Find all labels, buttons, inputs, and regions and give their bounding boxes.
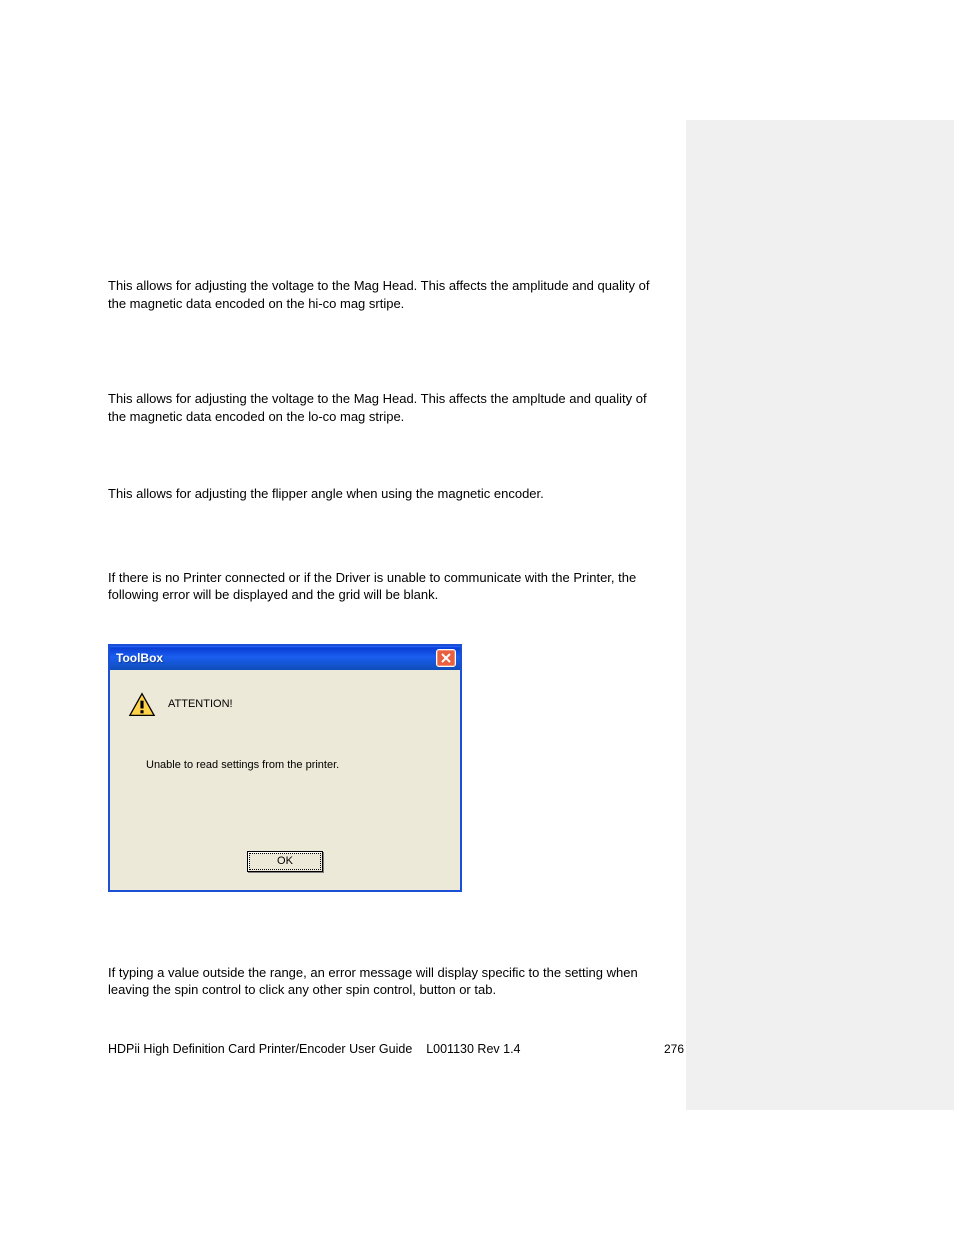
close-icon	[440, 652, 452, 664]
page-content: This allows for adjusting the voltage to…	[108, 277, 668, 1015]
paragraph-flipper: This allows for adjusting the flipper an…	[108, 485, 668, 503]
footer-doc-title: HDPii High Definition Card Printer/Encod…	[108, 1042, 412, 1056]
dialog-message: Unable to read settings from the printer…	[146, 758, 442, 773]
right-margin-strip	[686, 120, 954, 1110]
toolbox-dialog: ToolBox ATTENTION! Unable to read settin…	[108, 644, 462, 892]
paragraph-hi-co: This allows for adjusting the voltage to…	[108, 277, 668, 312]
dialog-titlebar[interactable]: ToolBox	[110, 646, 460, 670]
page-footer: HDPii High Definition Card Printer/Encod…	[108, 1042, 684, 1056]
dialog-body: ATTENTION! Unable to read settings from …	[110, 670, 460, 890]
attention-label: ATTENTION!	[168, 697, 233, 712]
footer-doc-info: HDPii High Definition Card Printer/Encod…	[108, 1042, 521, 1056]
paragraph-no-printer: If there is no Printer connected or if t…	[108, 569, 668, 604]
attention-row: ATTENTION!	[128, 692, 442, 718]
close-button[interactable]	[436, 649, 456, 667]
warning-icon	[128, 692, 156, 718]
dialog-title: ToolBox	[116, 650, 163, 666]
footer-doc-rev: L001130 Rev 1.4	[426, 1042, 520, 1056]
paragraph-lo-co: This allows for adjusting the voltage to…	[108, 390, 668, 425]
page-number: 276	[664, 1042, 684, 1056]
ok-button[interactable]: OK	[247, 851, 323, 872]
paragraph-out-of-range: If typing a value outside the range, an …	[108, 964, 668, 999]
